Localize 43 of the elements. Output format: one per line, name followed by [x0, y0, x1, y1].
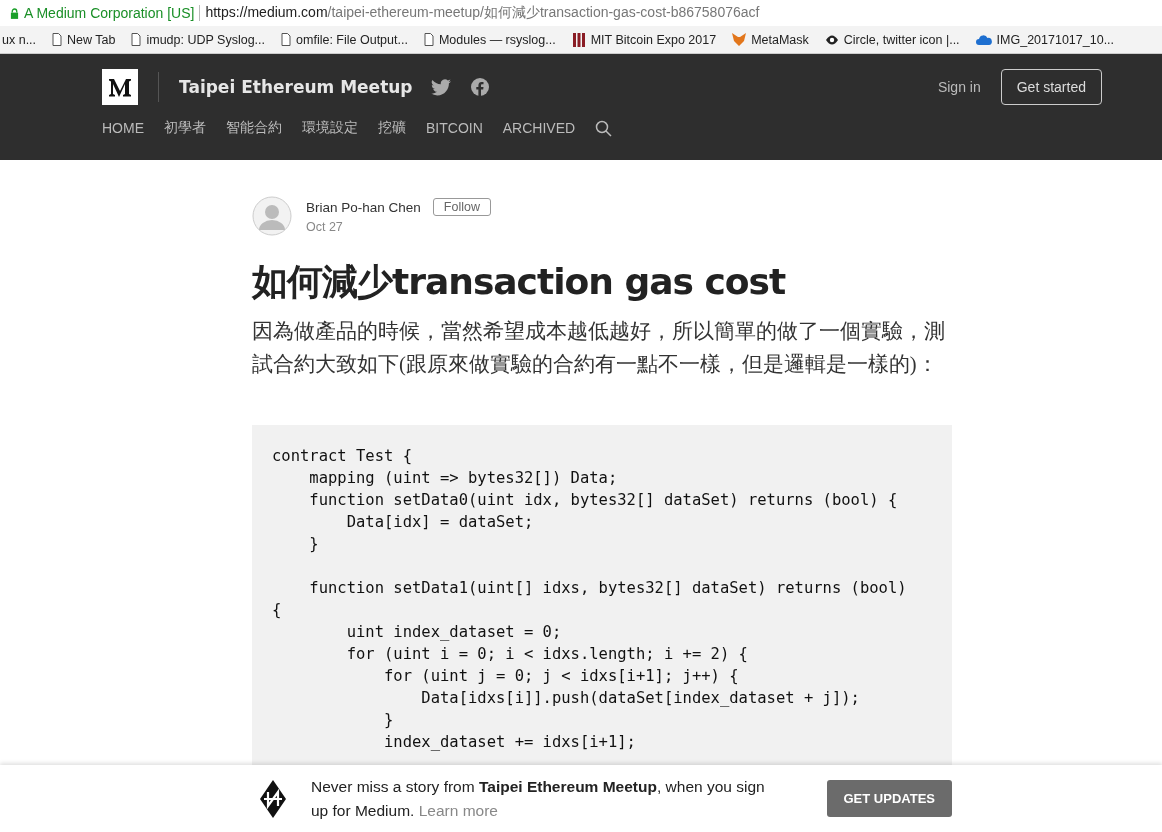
bookmark[interactable]: omfile: File Output... — [281, 32, 408, 47]
page-icon — [281, 33, 292, 46]
nav-link[interactable]: 環境設定 — [302, 119, 358, 137]
brand-icon — [260, 779, 286, 818]
address-field[interactable]: https://medium.com/taipei-ethereum-meetup/如何減少transaction-gas-cost-b86758076acf — [205, 4, 760, 22]
learn-more-link[interactable]: Learn more — [418, 801, 498, 819]
bookmark[interactable]: Circle, twitter icon |... — [824, 32, 960, 47]
fox-icon — [732, 33, 747, 46]
eye-icon — [824, 33, 839, 46]
article-paragraph: 因為做產品的時候，當然希望成本越低越好，所以簡單的做了一個實驗，測試合約大致如下(跟原來做實驗的合約有一點不一樣，但是邏輯是一樣的)： — [252, 319, 946, 378]
nav-link[interactable]: 挖礦 — [378, 119, 406, 137]
get-started-button[interactable]: Get started — [1000, 69, 1102, 105]
nav-link[interactable]: 智能合約 — [226, 119, 282, 137]
search-icon[interactable] — [595, 119, 613, 137]
bookmark[interactable]: ux n... — [2, 32, 37, 47]
banner-text: Never miss a story from Taipei Ethereum Meetup, when you sign up for Medium. Learn more — [311, 776, 766, 821]
nav-link[interactable]: BITCOIN — [426, 120, 483, 136]
author-name[interactable]: Brian Po-han Chen — [306, 199, 421, 215]
post-date: Oct 27 — [306, 220, 344, 234]
twitter-icon[interactable] — [430, 78, 451, 96]
nav-link[interactable]: HOME — [102, 120, 144, 136]
article-title: 如何減少transaction gas cost — [252, 260, 787, 304]
page-icon — [131, 33, 142, 46]
nav-link[interactable]: 初學者 — [164, 119, 206, 137]
bookmark[interactable]: MIT Bitcoin Expo 2017 — [571, 32, 717, 47]
publication-title[interactable]: Taipei Ethereum Meetup — [179, 77, 413, 97]
security-label: A Medium Corporation [US] — [24, 5, 195, 21]
page-icon — [52, 33, 63, 46]
page-icon — [423, 33, 434, 46]
facebook-icon[interactable] — [470, 78, 489, 96]
follow-button[interactable]: Follow — [432, 198, 491, 216]
bookmark[interactable]: imudp: UDP Syslog... — [131, 32, 266, 47]
get-updates-button[interactable]: GET UPDATES — [826, 780, 952, 817]
bookmark[interactable]: New Tab — [52, 32, 116, 47]
logo-icon[interactable] — [102, 69, 138, 105]
bookmark[interactable]: Modules — rsyslog... — [423, 32, 556, 47]
bookmark[interactable]: MetaMask — [732, 32, 809, 47]
nav-link[interactable]: ARCHIVED — [502, 120, 576, 136]
cloud-icon — [975, 34, 992, 45]
sign-in-link[interactable]: Sign in — [937, 79, 981, 95]
bars-icon — [571, 32, 586, 47]
bookmark[interactable]: IMG_20171017_10... — [975, 32, 1115, 47]
lock-icon — [10, 7, 19, 19]
